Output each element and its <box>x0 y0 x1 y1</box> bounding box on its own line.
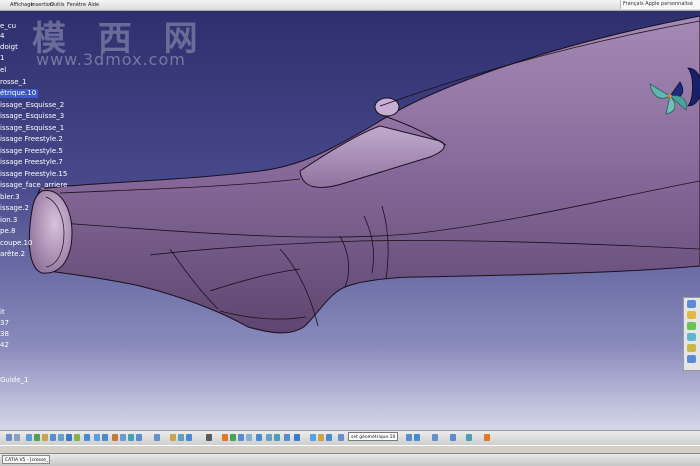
watermark-url: www.3dmox.com <box>36 50 186 69</box>
tree-item[interactable]: issage_face_arriere <box>0 181 67 190</box>
toolbar-icon[interactable] <box>687 311 696 319</box>
tree-item[interactable]: issage_Esquisse_3 <box>0 112 64 121</box>
tree-item[interactable]: pe.8 <box>0 227 15 236</box>
tree-item[interactable]: issage Freestyle.2 <box>0 135 63 144</box>
toolbar-button[interactable] <box>42 434 48 441</box>
rifle-stock-model <box>28 15 700 334</box>
language-bar[interactable]: Français Apple personnalisé <box>620 0 700 9</box>
toolbar-icon[interactable] <box>687 322 696 330</box>
toolbar-button[interactable] <box>450 434 456 441</box>
toolbar-button[interactable] <box>112 434 118 441</box>
toolbar-button[interactable] <box>128 434 134 441</box>
tree-item[interactable]: 37 <box>0 319 9 328</box>
toolbar-button[interactable] <box>414 434 420 441</box>
tree-item[interactable]: e_cu <box>0 22 16 31</box>
right-toolbar <box>683 297 700 371</box>
tree-item[interactable]: rosse_1 <box>0 78 27 87</box>
menu-affichage[interactable]: Affichage <box>10 0 34 10</box>
toolbar-button[interactable] <box>338 434 344 441</box>
toolbar-button[interactable] <box>256 434 262 441</box>
toolbar-button[interactable] <box>178 434 184 441</box>
tree-item[interactable]: issage Freestyle.5 <box>0 147 63 156</box>
tree-item[interactable]: coupe.10 <box>0 239 32 248</box>
toolbar-button[interactable] <box>58 434 64 441</box>
tree-item[interactable]: it <box>0 308 5 317</box>
toolbar-button[interactable] <box>230 434 236 441</box>
tree-item[interactable]: el <box>0 66 6 75</box>
tree-item[interactable]: doigt <box>0 43 18 52</box>
tree-item[interactable]: Guide_1 <box>0 376 29 385</box>
toolbar-button[interactable] <box>310 434 316 441</box>
toolbar-button[interactable] <box>246 434 252 441</box>
toolbar-button[interactable] <box>170 434 176 441</box>
menu-outils[interactable]: Outils <box>50 0 64 10</box>
toolbar-icon[interactable] <box>687 300 696 308</box>
toolbar-button[interactable] <box>466 434 472 441</box>
tree-item-selected[interactable]: étrique.10 <box>0 89 39 98</box>
toolbar-icon[interactable] <box>687 344 696 352</box>
tree-item[interactable]: ion.3 <box>0 216 17 225</box>
toolbar-icon[interactable] <box>687 355 696 363</box>
tree-item[interactable]: 1 <box>0 54 4 63</box>
tree-item[interactable]: issage.2 <box>0 204 29 213</box>
compass-icon[interactable] <box>648 66 700 121</box>
toolbar-button[interactable] <box>136 434 142 441</box>
menu-aide[interactable]: Aide <box>88 0 99 10</box>
toolbar-button[interactable] <box>84 434 90 441</box>
toolbar-button[interactable] <box>206 434 212 441</box>
tree-item[interactable]: bler.3 <box>0 193 20 202</box>
toolbar-button[interactable] <box>326 434 332 441</box>
taskbar: CATIA V5 - [crosse_1... <box>0 453 700 466</box>
toolbar-button[interactable] <box>120 434 126 441</box>
toolbar-button[interactable] <box>6 434 12 441</box>
toolbar-button[interactable] <box>284 434 290 441</box>
toolbar-icon[interactable] <box>687 333 696 341</box>
toolbar-button[interactable] <box>186 434 192 441</box>
toolbar-button[interactable] <box>34 434 40 441</box>
toolbar-button[interactable] <box>274 434 280 441</box>
toolbar-button[interactable] <box>318 434 324 441</box>
toolbar-button[interactable] <box>14 434 20 441</box>
tree-item[interactable]: issage_Esquisse_2 <box>0 101 64 110</box>
toolbar-button[interactable] <box>238 434 244 441</box>
3d-viewport[interactable]: 模 西 网 www.3dmox.com e_cu 4 doigt 1 el ro… <box>0 11 700 430</box>
toolbar-button[interactable] <box>74 434 80 441</box>
toolbar-button[interactable] <box>102 434 108 441</box>
toolbar-button[interactable] <box>432 434 438 441</box>
toolbar-button[interactable] <box>484 434 490 441</box>
tree-item[interactable]: issage Freestyle.7 <box>0 158 63 167</box>
toolbar-button[interactable] <box>154 434 160 441</box>
toolbar-button[interactable] <box>26 434 32 441</box>
tree-item[interactable]: 4 <box>0 32 4 41</box>
toolbar-button[interactable] <box>266 434 272 441</box>
menu-fenetre[interactable]: Fenêtre <box>67 0 86 10</box>
toolbar-button[interactable] <box>294 434 300 441</box>
taskbar-button-catia[interactable]: CATIA V5 - [crosse_1... <box>2 455 50 464</box>
menu-bar: Affichage Insertion Outils Fenêtre Aide … <box>0 0 700 11</box>
tree-item[interactable]: arête.2 <box>0 250 25 259</box>
tree-item[interactable]: issage Freestyle.15 <box>0 170 67 179</box>
tree-item[interactable]: 38 <box>0 330 9 339</box>
toolbar-button[interactable] <box>94 434 100 441</box>
toolbar-button[interactable] <box>50 434 56 441</box>
tree-item[interactable]: issage_Esquisse_1 <box>0 124 64 133</box>
toolbar-button[interactable] <box>406 434 412 441</box>
toolbar-button[interactable] <box>66 434 72 441</box>
geometric-set-select[interactable]: set géométrique.10 <box>348 432 398 441</box>
toolbar-button[interactable] <box>222 434 228 441</box>
tree-item[interactable]: 42 <box>0 341 9 350</box>
